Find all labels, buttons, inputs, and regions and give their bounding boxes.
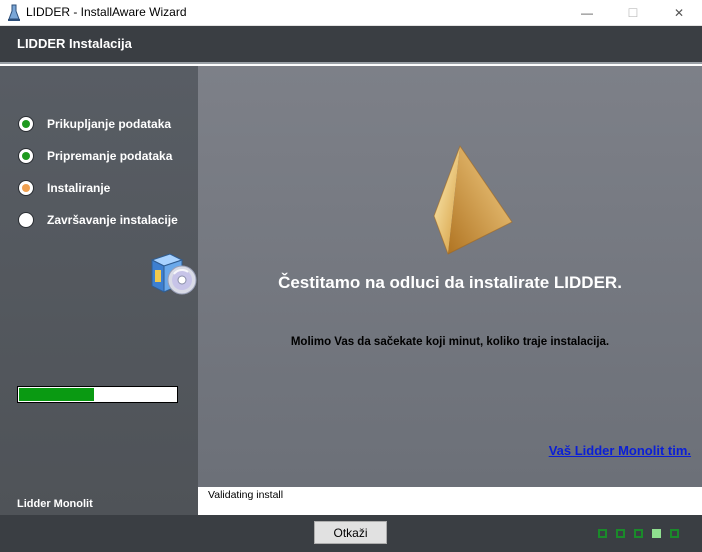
step-indicator-icon <box>18 148 34 164</box>
step-label: Pripremanje podataka <box>47 149 173 163</box>
minimize-button[interactable]: — <box>564 0 610 26</box>
installer-app-icon <box>6 4 22 22</box>
wizard-content: Čestitamo na odluci da instalirate LIDDE… <box>198 66 702 487</box>
company-name: Lidder Monolit <box>17 498 93 510</box>
pyramid-logo-icon <box>430 144 514 256</box>
step-indicator-icon <box>18 116 34 132</box>
step-indicator-icon <box>18 180 34 196</box>
maximize-button[interactable]: ☐ <box>610 0 656 26</box>
congratulations-heading: Čestitamo na odluci da instalirate LIDDE… <box>278 273 622 292</box>
wizard-sidebar: Prikupljanje podataka Pripremanje podata… <box>0 66 198 515</box>
cancel-button[interactable]: Otkaži <box>314 521 387 544</box>
wizard-title: LIDDER Instalacija <box>17 36 132 51</box>
step-label: Prikupljanje podataka <box>47 117 172 131</box>
status-area: Validating install <box>198 487 702 515</box>
page-dot-2 <box>616 529 625 538</box>
step-item-gathering: Prikupljanje podataka <box>18 116 208 134</box>
step-label: Instaliranje <box>47 181 111 195</box>
step-item-preparing: Pripremanje podataka <box>18 148 208 166</box>
software-box-cd-icon <box>148 248 198 298</box>
wizard-footer: Otkaži <box>0 515 702 552</box>
window-title: LIDDER - InstallAware Wizard <box>26 5 187 19</box>
team-link[interactable]: Vaš Lidder Monolit tim. <box>549 443 691 458</box>
step-item-installing: Instaliranje <box>18 180 208 198</box>
wait-message: Molimo Vas da sačekate koji minut, kolik… <box>290 336 610 348</box>
page-dot-5 <box>670 529 679 538</box>
page-dot-4 <box>652 529 661 538</box>
status-text: Validating install <box>208 489 284 501</box>
maximize-icon: ☐ <box>627 6 639 20</box>
step-item-finishing: Završavanje instalacije <box>18 212 208 230</box>
step-indicator-icon <box>18 212 34 228</box>
close-icon: ✕ <box>673 6 685 20</box>
progress-fill <box>19 388 94 401</box>
page-dot-3 <box>634 529 643 538</box>
window-titlebar: LIDDER - InstallAware Wizard — ☐ ✕ <box>0 0 702 26</box>
wizard-header: LIDDER Instalacija <box>0 26 702 64</box>
minimize-icon: — <box>581 6 593 20</box>
step-label: Završavanje instalacije <box>47 213 178 227</box>
page-dot-1 <box>598 529 607 538</box>
install-progress-bar <box>17 386 178 403</box>
close-button[interactable]: ✕ <box>656 0 702 26</box>
